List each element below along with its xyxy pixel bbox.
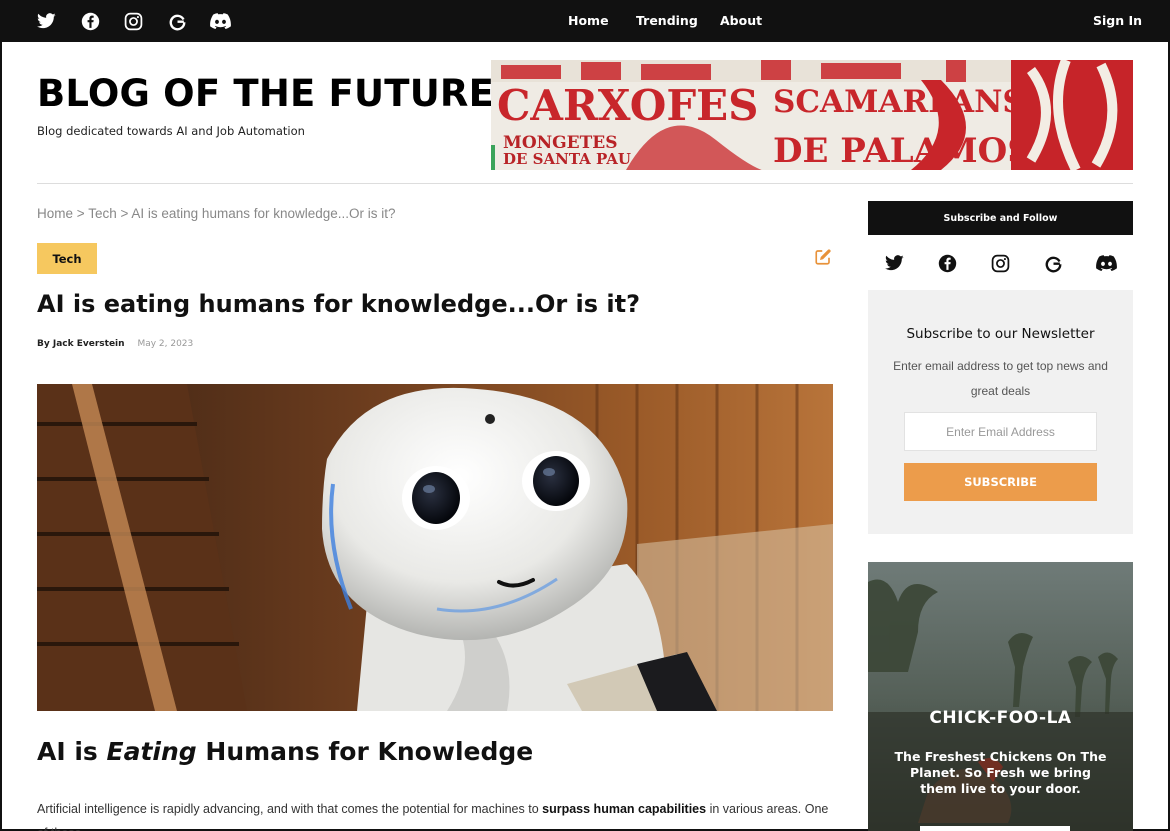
google-icon[interactable] (1042, 252, 1064, 274)
facebook-icon[interactable] (79, 10, 101, 32)
newsletter-title: Subscribe to our Newsletter (906, 326, 1095, 342)
sign-in-link[interactable]: Sign In (1093, 13, 1142, 28)
category-tag[interactable]: Tech (37, 243, 97, 274)
article-hero-image (37, 384, 833, 711)
facebook-icon[interactable] (936, 252, 958, 274)
advertisement[interactable]: CHICK-FOO-LA The Freshest Chickens On Th… (868, 562, 1133, 831)
banner-text-1: CARXOFES (497, 81, 759, 130)
discord-icon[interactable] (209, 10, 231, 32)
newsletter-description: Enter email address to get top news and … (893, 359, 1108, 398)
breadcrumb-separator: > (76, 206, 85, 221)
heading-text-prefix: AI is (37, 737, 107, 766)
twitter-icon[interactable] (35, 10, 57, 32)
discord-icon[interactable] (1095, 252, 1117, 274)
breadcrumb-category[interactable]: Tech (88, 206, 117, 221)
follow-header: Subscribe and Follow (868, 201, 1133, 235)
site-tagline: Blog dedicated towards AI and Job Automa… (37, 124, 305, 138)
paragraph-bold-text: surpass human capabilities (542, 802, 707, 816)
article-author[interactable]: By Jack Everstein (37, 339, 125, 349)
site-title[interactable]: BLOG OF THE FUTURE (37, 72, 494, 115)
article-title: AI is eating humans for knowledge...Or i… (37, 290, 641, 318)
breadcrumb-separator: > (120, 206, 129, 221)
nav-trending[interactable]: Trending (636, 13, 698, 28)
nav-about[interactable]: About (720, 13, 762, 28)
subscribe-button[interactable]: SUBSCRIBE (904, 463, 1097, 501)
instagram-icon[interactable] (122, 10, 144, 32)
paragraph-text: Artificial intelligence is rapidly advan… (37, 802, 543, 816)
edit-icon[interactable] (814, 248, 832, 266)
article-heading: AI is Eating Humans for Knowledge (37, 737, 533, 766)
breadcrumb-home[interactable]: Home (37, 206, 73, 221)
article-paragraph: Artificial intelligence is rapidly advan… (37, 797, 837, 831)
email-input[interactable] (904, 412, 1097, 451)
header-banner: CARXOFES SCAMARLANS MONGETES DE SANTA PA… (491, 60, 1133, 170)
newsletter-box: Subscribe to our Newsletter Enter email … (868, 290, 1133, 534)
google-icon[interactable] (166, 10, 188, 32)
nav-home[interactable]: Home (568, 13, 609, 28)
banner-text-5: DE PALAMOS (773, 131, 1032, 170)
top-navbar: Home Trending About Sign In (2, 2, 1168, 42)
banner-text-4: DE SANTA PAU (503, 150, 631, 168)
ad-title: CHICK-FOO-LA (929, 708, 1072, 728)
banner-text-2: SCAMARLANS (773, 84, 1025, 120)
heading-emphasis: Eating (106, 737, 197, 766)
ad-cta-button[interactable] (920, 826, 1070, 831)
header-divider (37, 183, 1133, 184)
twitter-icon[interactable] (883, 252, 905, 274)
breadcrumb-current: AI is eating humans for knowledge...Or i… (131, 206, 396, 221)
breadcrumb: Home > Tech > AI is eating humans for kn… (37, 206, 396, 221)
article-meta: By Jack Everstein May 2, 2023 (37, 339, 193, 349)
article-date: May 2, 2023 (137, 339, 194, 349)
ad-text: The Freshest Chickens On The Planet. So … (894, 749, 1107, 796)
heading-text-suffix: Humans for Knowledge (196, 737, 534, 766)
instagram-icon[interactable] (989, 252, 1011, 274)
